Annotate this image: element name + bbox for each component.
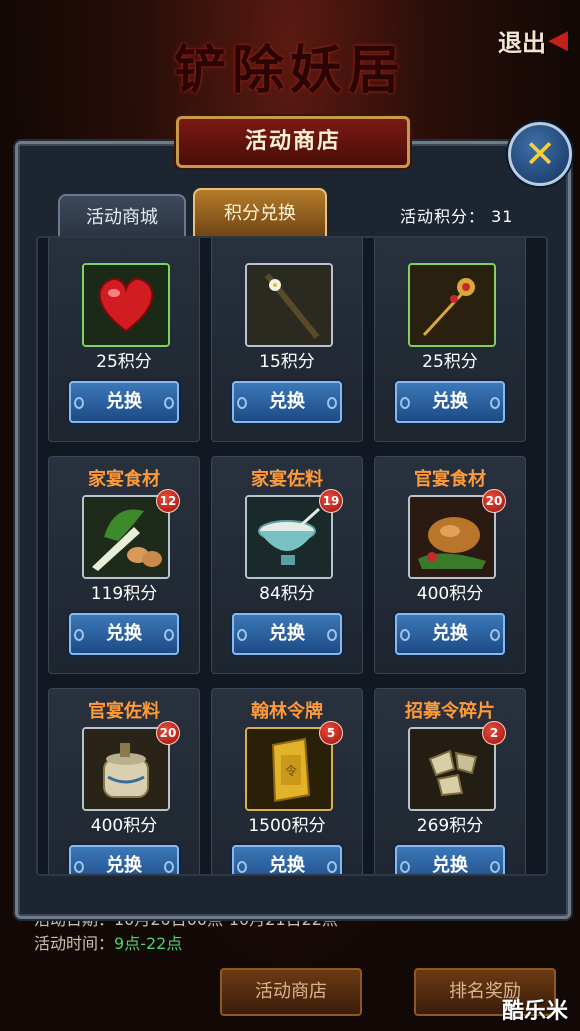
item-name xyxy=(212,238,362,257)
item-name: 招募令碎片 xyxy=(405,701,495,722)
item-grid: 25积分 兑换 15积分 兑换 25积分 兑换 家宴食材 12 119积分 兑换 家宴佐料 19 84积… xyxy=(48,238,526,874)
exchange-button[interactable]: 兑换 xyxy=(395,381,505,423)
spice-jar-icon[interactable] xyxy=(82,727,170,811)
item-name: 家宴佐料 xyxy=(251,469,323,490)
item-name xyxy=(49,238,199,257)
exit-label: 退出 xyxy=(498,27,546,57)
heart-icon[interactable] xyxy=(82,263,170,347)
shop-item-card: 招募令碎片 2 269积分兑换 xyxy=(374,688,526,874)
exchange-button[interactable]: 兑换 xyxy=(232,845,342,874)
exchange-button[interactable]: 兑换 xyxy=(69,381,179,423)
stock-badge: 20 xyxy=(482,489,506,513)
shop-item-card: 家宴食材 12 119积分兑换 xyxy=(48,456,200,674)
token-fragments-icon[interactable] xyxy=(408,727,496,811)
shop-item-card: 官宴食材 20 400积分兑换 xyxy=(374,456,526,674)
event-time-value: 9点-22点 xyxy=(114,934,183,953)
roast-chicken-icon[interactable] xyxy=(408,495,496,579)
stock-badge: 20 xyxy=(156,721,180,745)
item-cost: 1500积分 xyxy=(248,816,326,836)
exchange-button[interactable]: 兑换 xyxy=(69,613,179,655)
item-name: 家宴食材 xyxy=(88,469,160,490)
exchange-button[interactable]: 兑换 xyxy=(395,613,505,655)
item-list[interactable]: 25积分 兑换 15积分 兑换 25积分 兑换 家宴食材 12 119积分 兑换 家宴佐料 19 84积… xyxy=(36,236,548,876)
item-cost: 15积分 xyxy=(259,352,315,372)
shop-item-card: 翰林令牌令 5 1500积分兑换 xyxy=(211,688,363,874)
staff-icon[interactable] xyxy=(245,263,333,347)
stock-badge: 5 xyxy=(319,721,343,745)
shop-item-card: 15积分兑换 xyxy=(211,238,363,442)
shop-item-card: 25积分兑换 xyxy=(48,238,200,442)
shop-title: 活动商店 xyxy=(176,116,410,168)
event-title: 铲除妖居 xyxy=(173,40,406,101)
item-cost: 400积分 xyxy=(416,584,484,604)
shop-item-card: 家宴佐料 19 84积分兑换 xyxy=(211,456,363,674)
event-time-label: 活动时间： xyxy=(34,934,115,953)
stock-badge: 12 xyxy=(156,489,180,513)
stock-badge: 19 xyxy=(319,489,343,513)
item-cost: 25积分 xyxy=(422,352,478,372)
vegetables-eggs-icon[interactable] xyxy=(82,495,170,579)
exit-arrow-icon: ◀ xyxy=(548,25,568,55)
hairpin-icon[interactable] xyxy=(408,263,496,347)
stock-badge: 2 xyxy=(482,721,506,745)
exchange-button[interactable]: 兑换 xyxy=(232,381,342,423)
item-name xyxy=(375,238,525,257)
svg-text:令: 令 xyxy=(285,763,297,778)
item-cost: 400积分 xyxy=(90,816,158,836)
points-value: 31 xyxy=(491,207,514,226)
item-cost: 269积分 xyxy=(416,816,484,836)
points-label: 活动积分： xyxy=(400,207,486,226)
event-time: 活动时间：9点-22点 xyxy=(34,932,338,956)
exchange-button[interactable]: 兑换 xyxy=(232,613,342,655)
event-shop-button[interactable]: 活动商店 xyxy=(220,968,362,1016)
exit-button[interactable]: 退出 ◀ xyxy=(498,20,568,60)
close-icon: ✕ xyxy=(524,132,556,176)
exchange-button[interactable]: 兑换 xyxy=(395,845,505,874)
item-name: 官宴佐料 xyxy=(88,701,160,722)
item-name: 官宴食材 xyxy=(414,469,486,490)
watermark: 酷乐米 xyxy=(501,999,568,1024)
gold-token-icon[interactable]: 令 xyxy=(245,727,333,811)
close-button[interactable]: ✕ xyxy=(508,122,572,186)
tab-points-exchange[interactable]: 积分兑换 xyxy=(193,188,327,238)
shop-item-card: 25积分兑换 xyxy=(374,238,526,442)
item-cost: 84积分 xyxy=(259,584,315,604)
exchange-button[interactable]: 兑换 xyxy=(69,845,179,874)
shop-item-card: 官宴佐料 20 400积分兑换 xyxy=(48,688,200,874)
item-cost: 25积分 xyxy=(96,352,152,372)
item-name: 翰林令牌 xyxy=(251,701,323,722)
porcelain-bowl-icon[interactable] xyxy=(245,495,333,579)
points-display: 活动积分： 31 xyxy=(400,203,513,227)
item-cost: 119积分 xyxy=(90,584,158,604)
tab-event-mall[interactable]: 活动商城 xyxy=(58,194,186,240)
